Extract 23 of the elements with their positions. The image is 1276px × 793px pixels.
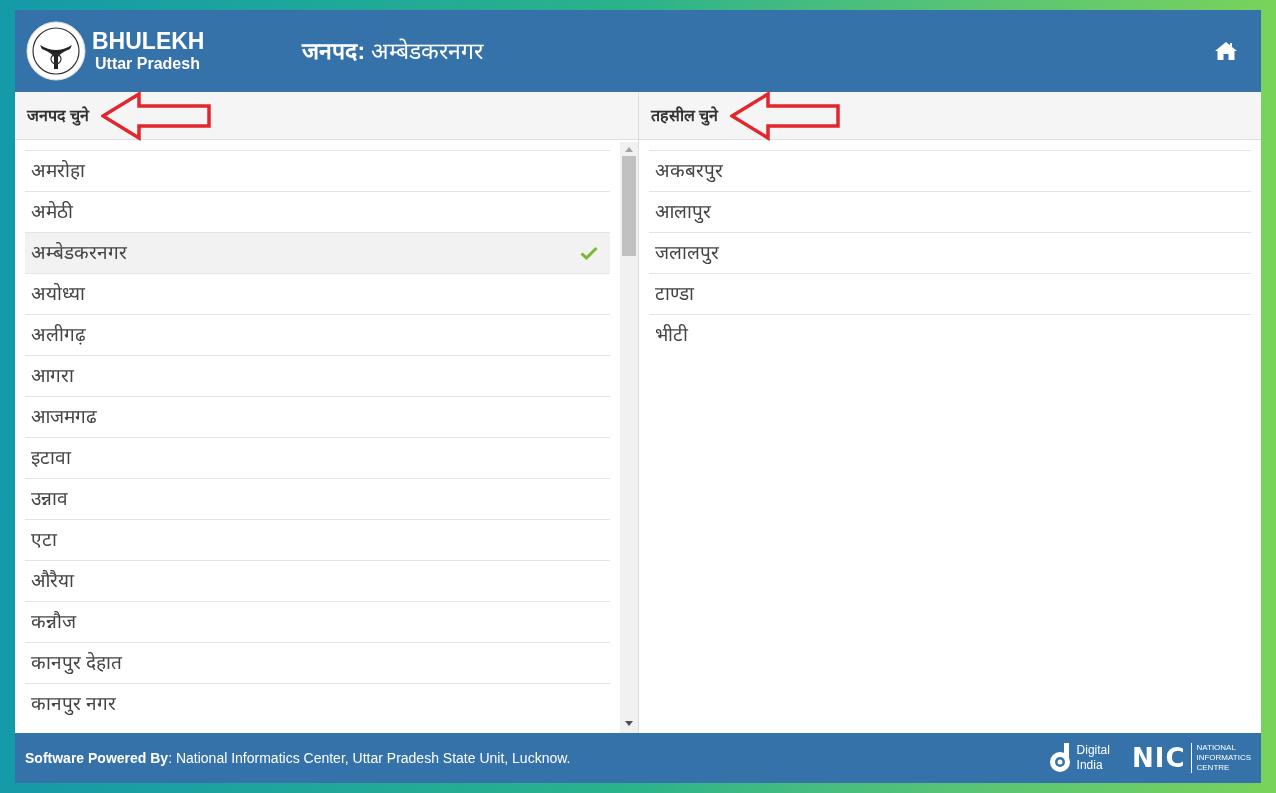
district-value: अम्बेडकरनगर — [371, 36, 484, 66]
pointer-arrow-icon — [729, 90, 842, 141]
logo-text: INFORMATICS — [1196, 753, 1251, 763]
scroll-down-icon[interactable] — [624, 721, 633, 727]
logo-text: CENTRE — [1196, 763, 1231, 773]
panel-heading: जनपद चुने — [27, 105, 90, 128]
logo-text: India — [1076, 758, 1104, 773]
district-label: जनपद: — [302, 36, 366, 66]
site-subtitle: Uttar Pradesh — [95, 56, 201, 72]
list-item[interactable]: अम्बेडकरनगर — [25, 232, 610, 273]
footer-credit: Software Powered By: National Informatics Center, Uttar Pradesh State Unit, Lucknow. — [25, 748, 571, 768]
home-icon[interactable] — [1214, 41, 1238, 61]
scroll-thumb[interactable] — [621, 156, 636, 256]
logo-text: Digital — [1076, 743, 1110, 758]
logo-text: NATIONAL — [1196, 743, 1237, 753]
emblem-logo-icon — [26, 21, 86, 81]
pointer-arrow-icon — [101, 90, 214, 141]
nic-logo: NIC — [1131, 745, 1186, 771]
scrollbar[interactable] — [619, 142, 638, 733]
panel-heading: तहसील चुने — [650, 105, 718, 128]
site-title: BHULEKH — [92, 30, 205, 53]
check-icon — [579, 246, 598, 260]
scroll-up-icon[interactable] — [624, 146, 633, 152]
